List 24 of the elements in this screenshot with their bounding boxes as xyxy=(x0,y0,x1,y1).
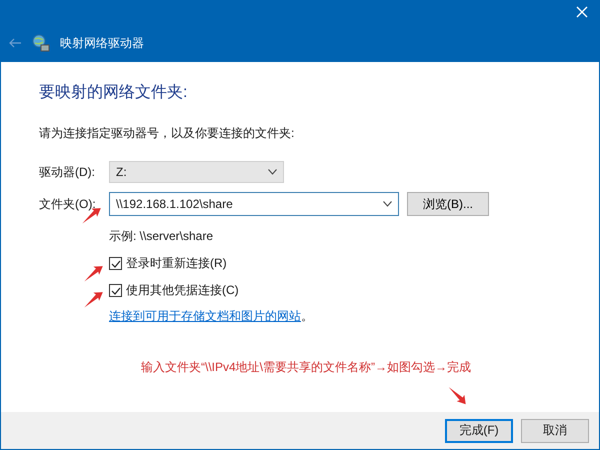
checkmark-icon xyxy=(110,286,120,294)
caret-icon xyxy=(268,169,277,175)
drive-label: 驱动器(D): xyxy=(39,164,95,178)
checkbox[interactable] xyxy=(109,257,122,270)
website-link[interactable]: 连接到可用于存储文档和图片的网站 xyxy=(109,308,301,325)
network-drive-icon xyxy=(32,34,50,52)
dialog-heading: 要映射的网络文件夹: xyxy=(39,82,188,103)
close-icon[interactable] xyxy=(576,6,588,18)
window-title: 映射网络驱动器 xyxy=(60,34,144,52)
folder-field[interactable]: \\192.168.1.102\share xyxy=(109,192,399,216)
checkbox-label[interactable]: 登录时重新连接(R) xyxy=(126,255,227,272)
caret-icon xyxy=(383,201,392,207)
instruction-text: 请为连接指定驱动器号，以及你要连接的文件夹: xyxy=(39,125,294,142)
checkbox[interactable] xyxy=(109,284,122,297)
dialog-button[interactable]: 取消 xyxy=(521,418,589,442)
link-suffix: 。 xyxy=(301,308,313,325)
annotation-text: 输入文件夹“\\IPv4地址\需要共享的文件名称”→如图勾选→完成 xyxy=(141,359,472,376)
drive-dropdown[interactable]: Z: xyxy=(109,161,284,183)
browse-button[interactable]: 浏览(B)... xyxy=(407,192,489,216)
checkmark-icon xyxy=(110,260,120,268)
example-text: 示例: \\server\share xyxy=(109,228,214,245)
folder-label: 文件夹(O): xyxy=(39,196,96,210)
checkbox-label[interactable]: 使用其他凭据连接(C) xyxy=(126,282,239,299)
dialog-button[interactable]: 完成(F) xyxy=(445,418,513,442)
